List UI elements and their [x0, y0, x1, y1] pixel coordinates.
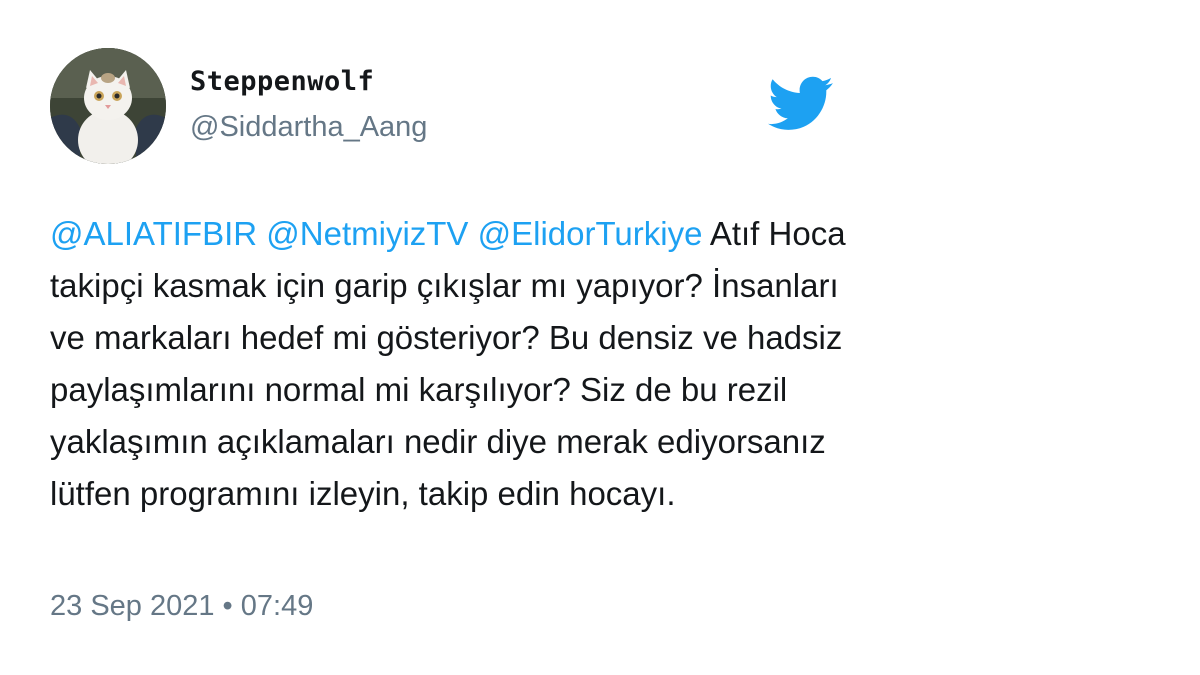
tweet-timestamp[interactable]: 23 Sep 2021 • 07:49	[50, 590, 313, 623]
cat-avatar-image	[50, 48, 166, 164]
mention-link[interactable]: @NetmiyizTV	[266, 215, 468, 252]
mention-link[interactable]: @ALIATIFBIR	[50, 215, 257, 252]
mention-link[interactable]: @ElidorTurkiye	[478, 215, 703, 252]
tweet-card: Steppenwolf @Siddartha_Aang @ALIATIFBIR …	[0, 0, 1200, 675]
tweet-text: @ALIATIFBIR @NetmiyizTV @ElidorTurkiye A…	[50, 208, 850, 520]
author-handle[interactable]: @Siddartha_Aang	[190, 111, 427, 144]
tweet-body: Atıf Hoca takipçi kasmak için garip çıkı…	[50, 215, 846, 512]
avatar[interactable]	[50, 48, 166, 164]
author-display-name[interactable]: Steppenwolf	[190, 66, 374, 97]
twitter-bird-icon	[768, 76, 834, 132]
